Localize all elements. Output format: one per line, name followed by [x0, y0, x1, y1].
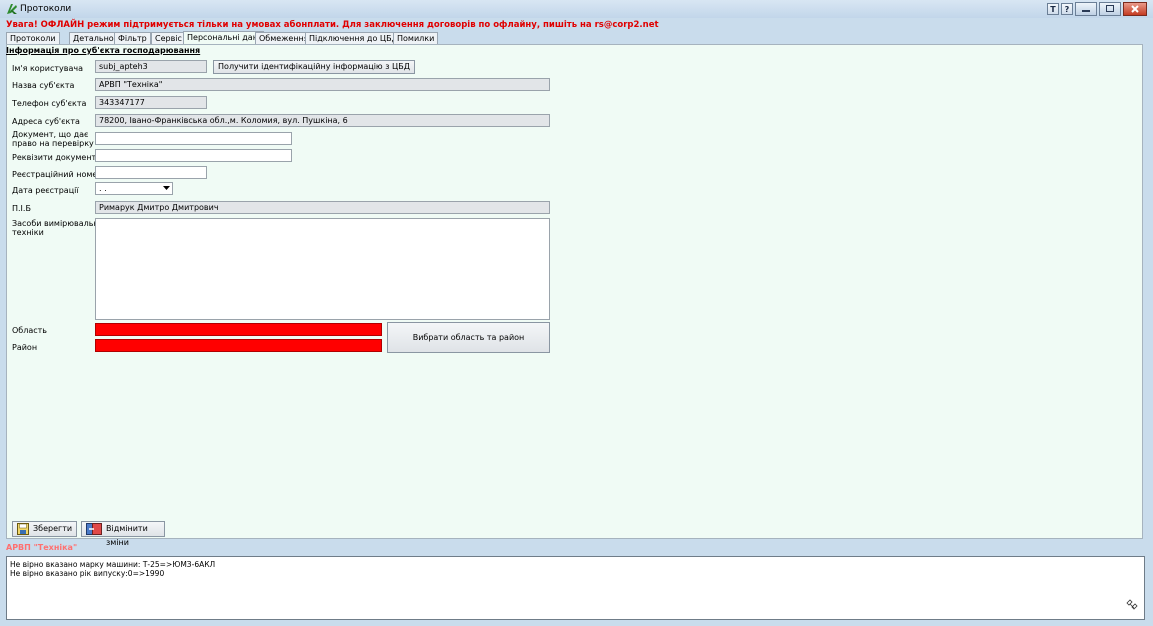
district-field[interactable] — [95, 339, 382, 352]
title-bar: Протоколи T ? — [0, 0, 1153, 18]
pib-field[interactable]: Римарук Дмитро Дмитрович — [95, 201, 550, 214]
choose-region-button[interactable]: Вибрати область та район — [387, 322, 550, 353]
tab-service[interactable]: Сервіс — [151, 32, 186, 44]
error-log[interactable]: Не вірно вказано марку машини: Т-25=>ЮМЗ… — [6, 556, 1145, 620]
phone-field[interactable]: 343347177 — [95, 96, 207, 109]
org-name-status: АРВП "Техніка" — [6, 543, 78, 552]
document-label-line2: право на перевірку — [12, 139, 94, 148]
tab-errors[interactable]: Помилки — [393, 32, 439, 44]
instruments-textarea[interactable] — [95, 218, 550, 320]
log-line: Не вірно вказано марку машини: Т-25=>ЮМЗ… — [10, 560, 216, 569]
tab-filter[interactable]: Фільтр — [114, 32, 151, 44]
region-field[interactable] — [95, 323, 382, 336]
address-label: Адреса суб'єкта — [12, 117, 80, 126]
pib-label: П.І.Б — [12, 204, 31, 213]
document-field[interactable] — [95, 132, 292, 145]
document-label-line1: Документ, що дає — [12, 130, 89, 139]
tab-protocols[interactable]: Протоколи — [6, 32, 60, 44]
instruments-label-line2: техніки — [12, 228, 44, 237]
close-button[interactable] — [1123, 2, 1147, 16]
offline-warning: Увага! ОФЛАЙН режим підтримується тільки… — [6, 20, 659, 30]
reg-date-label: Дата реєстрації — [12, 186, 79, 195]
save-button[interactable]: Зберегти — [12, 521, 77, 537]
requisites-field[interactable] — [95, 149, 292, 162]
save-button-label: Зберегти — [33, 524, 73, 533]
tab-restrictions[interactable]: Обмеження — [255, 32, 313, 44]
cancel-changes-label: Відмінити зміни — [106, 524, 148, 547]
close-icon — [1131, 5, 1139, 13]
reg-number-field[interactable] — [95, 166, 207, 179]
maximize-button[interactable] — [1099, 2, 1121, 16]
tab-cbd-connection[interactable]: Підключення до ЦБД — [305, 32, 402, 44]
tab-personal-data[interactable]: Персональні дані — [183, 31, 265, 44]
section-title: Інформація про суб'єкта господарювання — [6, 46, 201, 55]
chevron-down-icon — [163, 186, 170, 190]
maximize-icon — [1106, 5, 1114, 12]
t-button[interactable]: T — [1047, 3, 1059, 15]
floppy-disk-icon — [17, 523, 29, 535]
username-field[interactable]: subj_apteh3 — [95, 60, 207, 73]
reg-number-label: Реєстраційний номер — [12, 170, 103, 179]
requisites-label: Реквізити документа — [12, 153, 102, 162]
minimize-button[interactable] — [1075, 2, 1097, 16]
reg-date-value: . . — [99, 184, 107, 193]
address-field[interactable]: 78200, Івано-Франківська обл.,м. Коломия… — [95, 114, 550, 127]
get-info-button[interactable]: Получити ідентифікаційну інформацію з ЦБ… — [213, 60, 415, 74]
log-line: Не вірно вказано рік випуску:0=>1990 — [10, 569, 165, 578]
tab-details[interactable]: Детально — [69, 32, 118, 44]
subject-name-label: Назва суб'єкта — [12, 81, 75, 90]
undo-changes-icon — [86, 523, 102, 535]
region-label: Область — [12, 326, 48, 335]
cancel-changes-button[interactable]: Відмінити зміни — [81, 521, 165, 547]
resize-grip-icon[interactable] — [1126, 599, 1138, 611]
phone-label: Телефон суб'єкта — [12, 99, 87, 108]
minimize-icon — [1082, 10, 1090, 12]
help-button[interactable]: ? — [1061, 3, 1073, 15]
app-logo-icon — [7, 4, 17, 14]
instruments-label-line1: Засоби вимірювальної — [12, 219, 106, 228]
username-label: Ім'я користувача — [12, 64, 83, 73]
subject-name-field[interactable]: АРВП "Техніка" — [95, 78, 550, 91]
reg-date-picker[interactable]: . . — [95, 182, 173, 195]
window-title: Протоколи — [20, 4, 72, 14]
district-label: Район — [12, 343, 38, 352]
